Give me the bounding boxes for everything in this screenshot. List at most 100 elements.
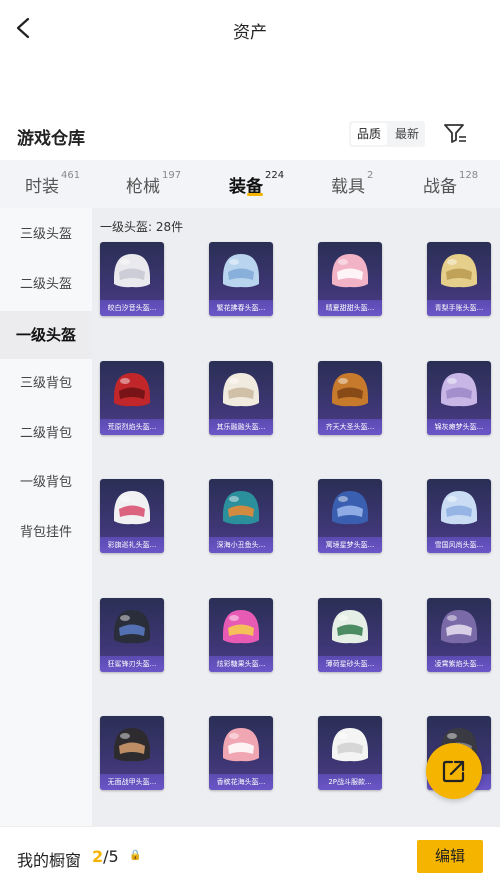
sidebar-item-level3-helmet[interactable]: 三级头盔 bbox=[0, 211, 92, 259]
sidebar-item-backpack-charm[interactable]: 背包挂件 bbox=[0, 509, 92, 557]
tab-vehicles[interactable]: 载具2 bbox=[331, 170, 374, 197]
item-name: 齐天大圣头盔... bbox=[318, 419, 382, 435]
tab-gear[interactable]: 战备128 bbox=[423, 170, 479, 197]
sidebar-item-level2-backpack[interactable]: 二级背包 bbox=[0, 410, 92, 458]
item-card[interactable]: 雪国风尚头盔... bbox=[427, 479, 491, 553]
helmet-icon bbox=[332, 491, 368, 525]
item-card[interactable]: 繁花拂春头盔... bbox=[209, 242, 273, 316]
edit-button[interactable]: 编辑 bbox=[417, 840, 483, 873]
showcase-label: 我的橱窗 bbox=[17, 851, 82, 870]
item-name: 青梨手账头盔... bbox=[427, 300, 491, 316]
item-name: 锦灰瘫梦头盔... bbox=[427, 419, 491, 435]
item-name: 深海小丑鱼头... bbox=[209, 537, 273, 553]
showcase-bar: 我的橱窗 2/5 🔒 编辑 bbox=[0, 826, 500, 886]
item-card[interactable]: 彩旗巡礼头盔... bbox=[100, 479, 164, 553]
item-name: 彩旗巡礼头盔... bbox=[100, 537, 164, 553]
helmet-shine bbox=[447, 496, 457, 502]
top-bar: 资产 bbox=[0, 0, 500, 60]
helmet-icon bbox=[114, 254, 150, 288]
item-name: 炫彩糖果头盔... bbox=[209, 656, 273, 672]
tab-label: 时装 bbox=[25, 177, 59, 197]
item-card[interactable]: 炫彩糖果头盔... bbox=[209, 598, 273, 672]
helmet-icon bbox=[332, 610, 368, 644]
item-card[interactable]: 荒原烈焰头盔... bbox=[100, 361, 164, 435]
helmet-icon bbox=[223, 254, 259, 288]
item-name: 凌霄紫焰头盔... bbox=[427, 656, 491, 672]
helmet-shine bbox=[120, 259, 130, 265]
showcase-total: /5 bbox=[103, 847, 119, 866]
sort-by-quality[interactable]: 品质 bbox=[351, 123, 387, 145]
warehouse-title: 游戏仓库 bbox=[17, 129, 85, 149]
share-icon bbox=[442, 760, 465, 783]
sort-by-latest[interactable]: 最新 bbox=[389, 121, 425, 147]
tab-fashion[interactable]: 时装461 bbox=[25, 170, 81, 197]
showcase-count: 2/5 bbox=[92, 847, 119, 866]
item-card[interactable]: 其乐融融头盔... bbox=[209, 361, 273, 435]
category-tabs: 时装461 枪械197 装备224 载具2 战备128 bbox=[0, 160, 500, 208]
item-panel: 一级头盔: 28件 皎白汐音头盔... 繁花拂春头盔... 晴夏甜甜头盔... 青梨手… bbox=[92, 208, 500, 826]
item-card[interactable]: 凌霄紫焰头盔... bbox=[427, 598, 491, 672]
helmet-icon bbox=[114, 610, 150, 644]
tab-count: 461 bbox=[61, 170, 81, 181]
item-card[interactable]: 锦灰瘫梦头盔... bbox=[427, 361, 491, 435]
helmet-icon bbox=[441, 254, 477, 288]
showcase-current: 2 bbox=[92, 847, 104, 866]
helmet-icon bbox=[223, 491, 259, 525]
helmet-icon bbox=[223, 373, 259, 407]
subcategory-sidebar: 三级头盔 二级头盔 一级头盔 三级背包 二级背包 一级背包 背包挂件 bbox=[0, 208, 92, 826]
item-name: 其乐融融头盔... bbox=[209, 419, 273, 435]
item-count-label: 一级头盔: 28件 bbox=[100, 220, 184, 234]
sidebar-item-level1-helmet[interactable]: 一级头盔 bbox=[0, 311, 92, 359]
helmet-shine bbox=[229, 496, 239, 502]
item-card[interactable]: 无面战甲头盔... bbox=[100, 716, 164, 790]
sidebar-item-level2-helmet[interactable]: 二级头盔 bbox=[0, 261, 92, 309]
tab-count: 224 bbox=[265, 170, 285, 181]
helmet-icon bbox=[332, 728, 368, 762]
item-card[interactable]: 青梨手账头盔... bbox=[427, 242, 491, 316]
helmet-icon bbox=[441, 610, 477, 644]
item-name: 荒原烈焰头盔... bbox=[100, 419, 164, 435]
helmet-shine bbox=[338, 615, 348, 621]
item-card[interactable]: 深海小丑鱼头... bbox=[209, 479, 273, 553]
lock-icon: 🔒 bbox=[129, 850, 142, 861]
item-card[interactable]: 皎白汐音头盔... bbox=[100, 242, 164, 316]
item-card[interactable]: 晴夏甜甜头盔... bbox=[318, 242, 382, 316]
helmet-icon bbox=[114, 728, 150, 762]
item-name: 香槟花海头盔... bbox=[209, 774, 273, 790]
helmet-shine bbox=[338, 378, 348, 384]
item-card[interactable]: 香槟花海头盔... bbox=[209, 716, 273, 790]
helmet-shine bbox=[338, 259, 348, 265]
item-card[interactable]: 2P战斗服款... bbox=[318, 716, 382, 790]
helmet-icon bbox=[223, 728, 259, 762]
item-card[interactable]: 狂鲨锋刃头盔... bbox=[100, 598, 164, 672]
item-name: 皎白汐音头盔... bbox=[100, 300, 164, 316]
helmet-icon bbox=[441, 491, 477, 525]
helmet-shine bbox=[338, 733, 348, 739]
item-card[interactable]: 薄荷星砂头盔... bbox=[318, 598, 382, 672]
item-name: 薄荷星砂头盔... bbox=[318, 656, 382, 672]
item-card[interactable]: 寓境星梦头盔... bbox=[318, 479, 382, 553]
item-card[interactable]: 齐天大圣头盔... bbox=[318, 361, 382, 435]
helmet-shine bbox=[120, 378, 130, 384]
helmet-shine bbox=[120, 496, 130, 502]
share-button[interactable] bbox=[426, 743, 482, 799]
warehouse-header: 游戏仓库 品质 最新 bbox=[0, 116, 500, 156]
helmet-shine bbox=[229, 615, 239, 621]
tab-count: 2 bbox=[367, 170, 374, 181]
tab-weapons[interactable]: 枪械197 bbox=[126, 170, 181, 197]
helmet-shine bbox=[229, 259, 239, 265]
tab-count: 128 bbox=[459, 170, 479, 181]
helmet-shine bbox=[338, 496, 348, 502]
sidebar-item-level1-backpack[interactable]: 一级背包 bbox=[0, 459, 92, 507]
helmet-icon bbox=[114, 373, 150, 407]
helmet-icon bbox=[441, 373, 477, 407]
helmet-shine bbox=[447, 733, 457, 739]
filter-icon[interactable] bbox=[442, 120, 468, 146]
helmet-shine bbox=[447, 259, 457, 265]
sidebar-item-level3-backpack[interactable]: 三级背包 bbox=[0, 360, 92, 408]
item-name: 狂鲨锋刃头盔... bbox=[100, 656, 164, 672]
helmet-icon bbox=[223, 610, 259, 644]
helmet-shine bbox=[229, 378, 239, 384]
helmet-shine bbox=[120, 615, 130, 621]
item-name: 2P战斗服款... bbox=[318, 774, 382, 790]
